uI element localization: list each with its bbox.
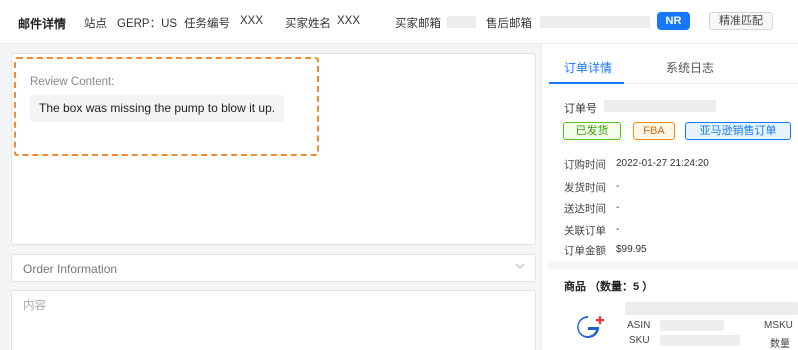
tab-system-log[interactable]: 系统日志 xyxy=(666,59,714,76)
status-badge-fba: FBA xyxy=(633,122,675,140)
asin-redacted xyxy=(660,320,724,331)
order-time-value: 2022-01-27 21:24:20 xyxy=(616,158,709,169)
section-divider xyxy=(548,261,798,269)
related-order-label: 关联订单 xyxy=(564,225,606,237)
order-number-redacted xyxy=(604,100,716,112)
status-badge-shipped: 已发货 xyxy=(563,122,621,140)
asin-label: ASIN xyxy=(627,320,651,331)
delivery-time-value: - xyxy=(616,202,620,213)
task-number-label: 任务编号 xyxy=(184,18,230,30)
content-textarea[interactable]: 内容 xyxy=(11,290,536,350)
order-time-label: 订购时间 xyxy=(564,159,606,171)
exact-match-button[interactable]: 精准匹配 xyxy=(709,12,773,30)
order-number-label: 订单号 xyxy=(564,103,597,115)
order-information-dropdown[interactable]: Order Information xyxy=(11,254,536,282)
page-title: 邮件详情 xyxy=(18,17,67,31)
content-placeholder: 内容 xyxy=(23,300,46,312)
aftersale-email-redacted xyxy=(540,16,650,28)
site-label: 站点 xyxy=(84,18,107,30)
products-header: 商品 （数量：5 ） xyxy=(564,281,654,293)
order-information-label: Order Information xyxy=(23,262,118,276)
top-bar: 邮件详情 站点 GERP：US 任务编号 XXX 买家姓名 XXX 买家邮箱 售… xyxy=(0,0,798,44)
order-amount-label: 订单金额 xyxy=(564,245,606,257)
detail-tabs: 订单详情 系统日志 xyxy=(548,44,798,84)
aftersale-email-label: 售后邮箱 xyxy=(486,18,532,30)
buyer-email-label: 买家邮箱 xyxy=(395,18,441,30)
msku-label: MSKU xyxy=(764,320,793,331)
product-logo-icon xyxy=(577,316,604,338)
site-value: GERP：US xyxy=(117,18,178,30)
chevron-down-icon xyxy=(515,263,525,269)
ship-time-value: - xyxy=(616,181,620,192)
related-order-value: - xyxy=(616,224,620,235)
buyer-email-redacted xyxy=(447,16,476,28)
order-amount-value: $99.95 xyxy=(616,244,647,255)
ship-time-label: 发货时间 xyxy=(564,182,606,194)
review-text: The box was missing the pump to blow it … xyxy=(30,95,284,122)
quantity-label: 数量 xyxy=(770,339,790,350)
tab-order-details[interactable]: 订单详情 xyxy=(564,59,612,76)
review-content-label: Review Content: xyxy=(30,76,115,88)
status-badge-amazon-order: 亚马逊销售订单 xyxy=(685,122,791,140)
task-number-value: XXX xyxy=(240,15,264,27)
sku-label: SKU xyxy=(629,335,650,346)
nr-badge[interactable]: NR xyxy=(657,12,690,30)
active-tab-indicator xyxy=(549,82,624,84)
buyer-name-label: 买家姓名 xyxy=(285,18,331,30)
delivery-time-label: 送达时间 xyxy=(564,203,606,215)
sku-redacted xyxy=(660,335,740,346)
buyer-name-value: XXX xyxy=(337,15,361,27)
product-title-redacted xyxy=(625,302,798,315)
